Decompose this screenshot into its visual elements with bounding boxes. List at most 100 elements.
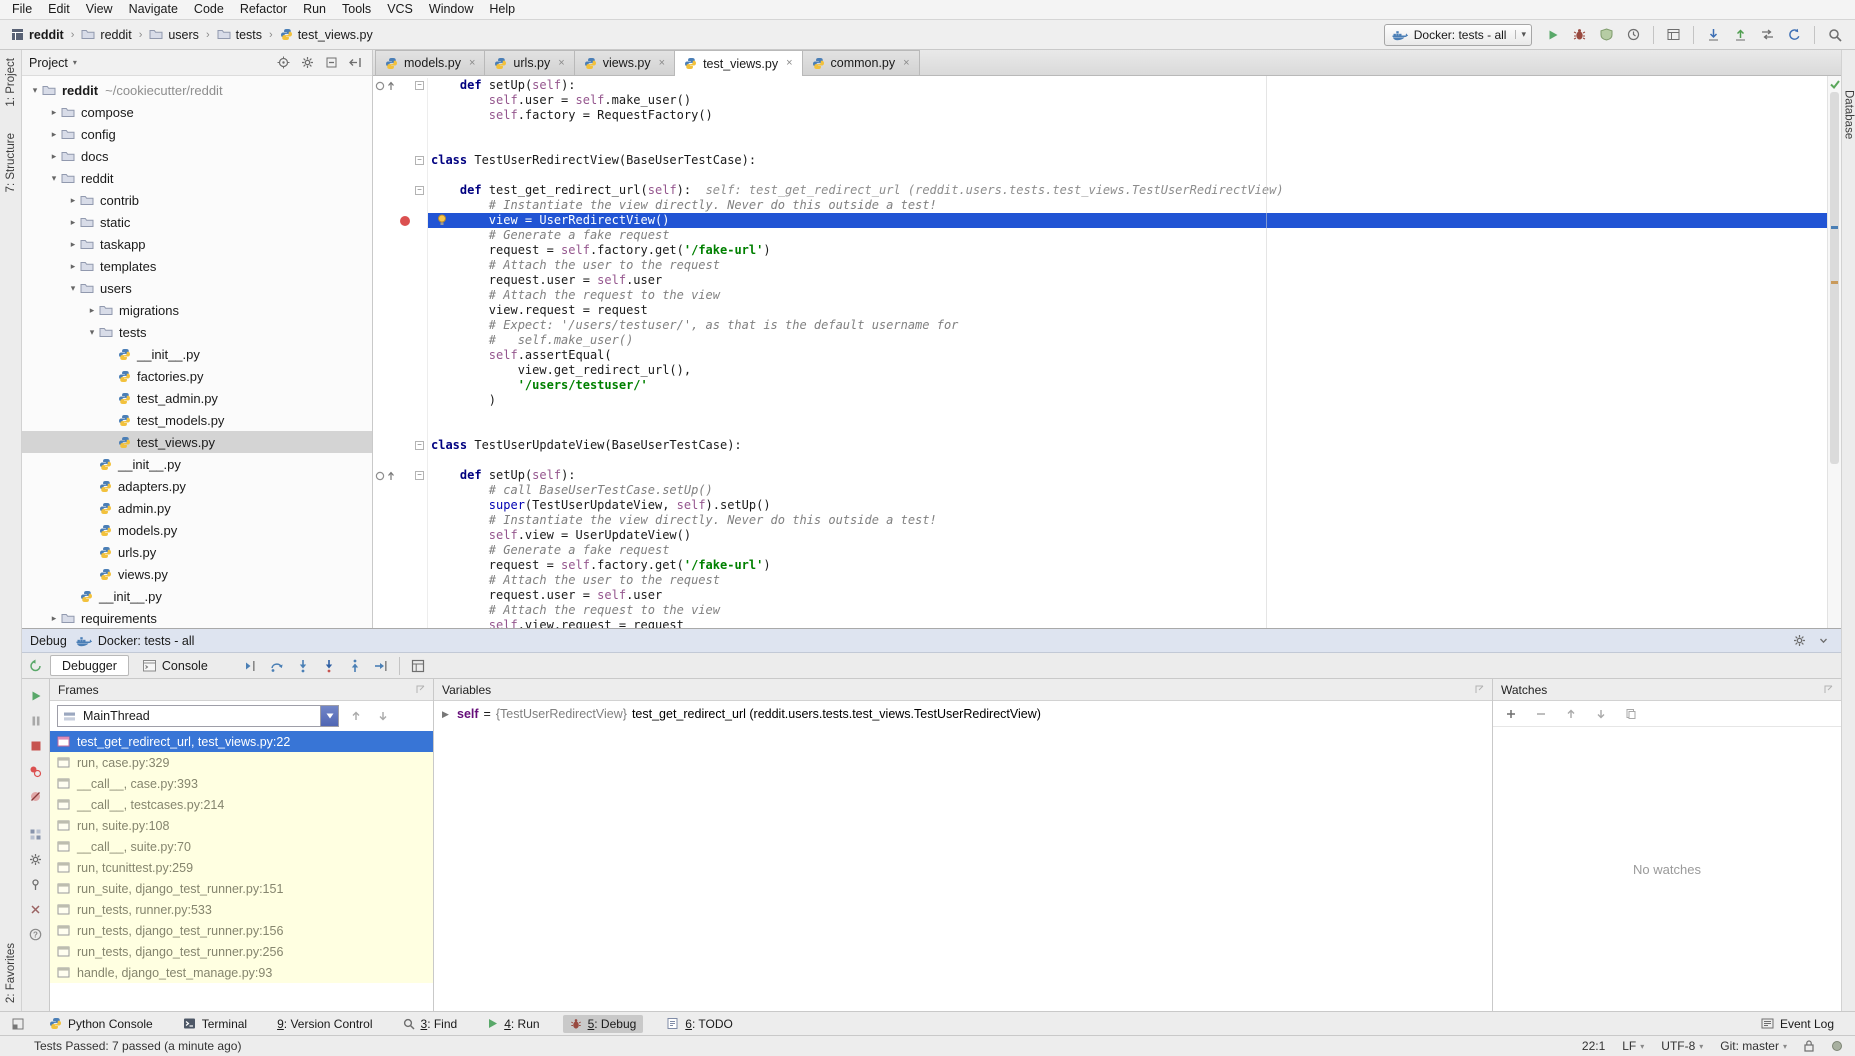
previous-frame-button[interactable] [346,706,366,726]
tree-item-compose[interactable]: ▸compose [22,101,372,123]
tree-item-test-views-py[interactable]: test_views.py [22,431,372,453]
tree-item-views-py[interactable]: views.py [22,563,372,585]
chevron-collapsed-icon[interactable]: ▸ [66,261,80,272]
toolwindow-button-6-todo[interactable]: 6: TODO [659,1015,740,1033]
remove-watch-button[interactable] [1532,705,1550,723]
toolwindow-button-5-debug[interactable]: 5: Debug [563,1015,644,1033]
hide-panel-button[interactable] [345,53,365,73]
add-watch-button[interactable] [1502,705,1520,723]
code-line[interactable]: # Instantiate the view directly. Never d… [373,513,1841,528]
fold-marker[interactable]: − [415,186,424,195]
code-line[interactable]: # Attach the request to the view [373,603,1841,618]
debug-tab-console[interactable]: Console [131,655,220,676]
editor-gutter[interactable] [373,108,428,123]
editor-gutter[interactable] [373,198,428,213]
tree-item-taskapp[interactable]: ▸taskapp [22,233,372,255]
stripe-mark[interactable] [1831,281,1838,284]
tree-item-admin-py[interactable]: admin.py [22,497,372,519]
editor-gutter[interactable]: − [373,438,428,453]
step-out-button[interactable] [342,655,368,677]
tool-button-7-structure[interactable]: 7: Structure [5,133,17,192]
settings-button[interactable] [26,850,46,868]
editor-gutter[interactable]: − [373,468,428,483]
chevron-collapsed-icon[interactable]: ▸ [85,305,99,316]
force-step-into-button[interactable] [316,655,342,677]
collapse-all-button[interactable] [321,53,341,73]
toolwindow-button-9-version-control[interactable]: 9: Version Control [270,1015,379,1033]
fold-marker[interactable]: − [415,81,424,90]
project-view-selector[interactable]: Project▾ [29,56,77,70]
breadcrumb-test-views-py[interactable]: test_views.py [277,28,376,42]
breadcrumb-reddit[interactable]: reddit [78,28,134,42]
menu-window[interactable]: Window [421,0,481,19]
editor-gutter[interactable] [373,543,428,558]
code-line[interactable] [373,123,1841,138]
frame-row[interactable]: __call__, case.py:393 [50,773,433,794]
tree-item-factories-py[interactable]: factories.py [22,365,372,387]
code-line[interactable]: request.user = self.user [373,273,1841,288]
code-line[interactable]: self.user = self.make_user() [373,93,1841,108]
frame-row[interactable]: run_suite, django_test_runner.py:151 [50,878,433,899]
tool-button-1-project[interactable]: 1: Project [5,58,17,107]
scrollbar-thumb[interactable] [1830,92,1839,464]
tree-item-config[interactable]: ▸config [22,123,372,145]
close-icon[interactable]: × [903,58,909,69]
editor-gutter[interactable] [373,483,428,498]
code-line[interactable]: # Attach the user to the request [373,258,1841,273]
editor-tab-common-py[interactable]: common.py× [802,50,920,75]
search-everywhere-button[interactable] [1822,24,1847,46]
menu-code[interactable]: Code [186,0,232,19]
code-line[interactable] [373,423,1841,438]
chevron-collapsed-icon[interactable]: ▸ [47,151,61,162]
editor-tab-views-py[interactable]: views.py× [574,50,675,75]
tool-button-2-favorites[interactable]: 2: Favorites [5,943,17,1003]
line-ending-select[interactable]: LF▾ [1622,1039,1644,1053]
profiler-button[interactable] [1621,24,1646,46]
close-icon[interactable]: × [469,58,475,69]
code-line[interactable] [373,453,1841,468]
frame-row[interactable]: run_tests, runner.py:533 [50,899,433,920]
pin-tab-button[interactable] [26,875,46,893]
debug-tab-debugger[interactable]: Debugger [50,655,129,676]
readonly-toggle[interactable] [1804,1040,1814,1052]
editor-gutter[interactable] [373,618,428,628]
editor-gutter[interactable] [373,303,428,318]
editor-gutter[interactable] [373,348,428,363]
variable-row[interactable]: ▶self = {TestUserRedirectView} test_get_… [434,703,1492,725]
hide-debug-panel-button[interactable] [1813,631,1833,651]
editor-gutter[interactable] [373,513,428,528]
code-line[interactable]: view = UserRedirectView() [373,213,1841,228]
editor-gutter[interactable] [373,123,428,138]
editor-gutter[interactable] [373,363,428,378]
code-line[interactable]: self.assertEqual( [373,348,1841,363]
code-line[interactable]: # Instantiate the view directly. Never d… [373,198,1841,213]
code-line[interactable]: # Generate a fake request [373,543,1841,558]
tree-item-templates[interactable]: ▸templates [22,255,372,277]
editor-gutter[interactable] [373,573,428,588]
evaluate-expression-button[interactable] [405,655,431,677]
close-icon[interactable]: × [786,58,792,69]
editor-gutter[interactable] [373,588,428,603]
code-line[interactable]: # Expect: '/users/testuser/', as that is… [373,318,1841,333]
editor-gutter[interactable] [373,528,428,543]
editor-gutter[interactable] [373,378,428,393]
breadcrumb-users[interactable]: users [146,28,202,42]
tree-item-contrib[interactable]: ▸contrib [22,189,372,211]
chevron-collapsed-icon[interactable]: ▸ [47,129,61,140]
tree-item-test-models-py[interactable]: test_models.py [22,409,372,431]
code-line[interactable]: # self.make_user() [373,333,1841,348]
debug-settings-button[interactable] [1789,631,1809,651]
code-content[interactable]: − def setUp(self): self.user = self.make… [373,78,1841,628]
code-line[interactable]: request = self.factory.get('/fake-url') [373,558,1841,573]
editor-gutter[interactable] [373,318,428,333]
code-line[interactable]: −class TestUserUpdateView(BaseUserTestCa… [373,438,1841,453]
code-line[interactable]: −class TestUserRedirectView(BaseUserTest… [373,153,1841,168]
close-icon[interactable]: × [558,58,564,69]
chevron-collapsed-icon[interactable]: ▸ [66,239,80,250]
editor-gutter[interactable] [373,453,428,468]
menu-vcs[interactable]: VCS [379,0,421,19]
mute-breakpoints-button[interactable] [26,787,46,805]
chevron-expanded-icon[interactable]: ▾ [66,283,80,294]
tree-item-migrations[interactable]: ▸migrations [22,299,372,321]
code-line[interactable]: ) [373,393,1841,408]
